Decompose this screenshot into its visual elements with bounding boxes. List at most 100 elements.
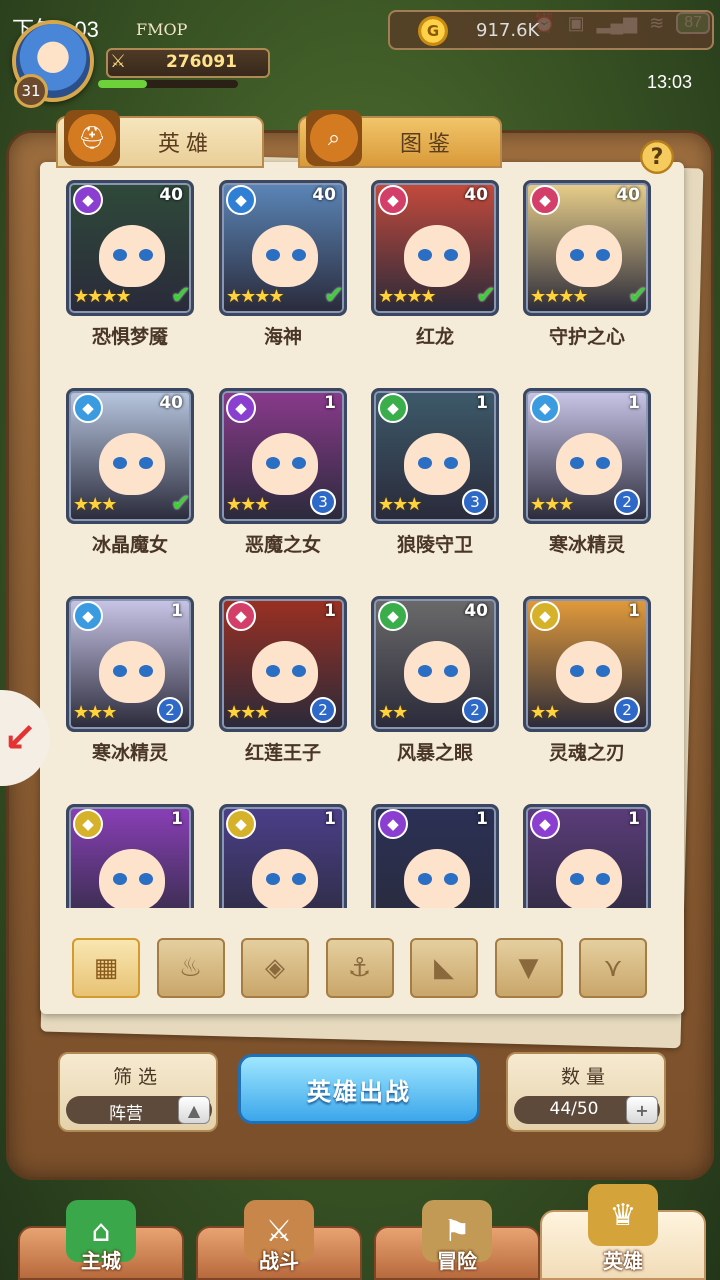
hero-eye (444, 873, 458, 885)
hero-portrait: ◆ 1 (523, 804, 651, 908)
nav-map[interactable]: ⚑ 冒险 (374, 1200, 540, 1280)
hero-card[interactable]: ◆ 1 ★★★ 2 红莲王子 (219, 596, 347, 764)
hero-card[interactable]: ◆ 1 (371, 804, 499, 908)
crossed-swords-icon: ⚔ (110, 51, 127, 72)
nav-label: 战斗 (259, 1249, 299, 1273)
helmet-icon: ⛑ (64, 110, 120, 166)
hero-card[interactable]: ◆ 40 ★★★★ ✔ 海神 (219, 180, 347, 348)
deployed-check-icon: ✔ (627, 281, 648, 309)
tab-heroes-label: 英雄 (158, 132, 215, 157)
hero-eye (292, 873, 306, 885)
hero-name: 狼陵守卫 (396, 534, 473, 556)
hero-card[interactable]: ◆ 1 ★★ 2 灵魂之刃 (523, 596, 651, 764)
hero-stars: ★★★★ (378, 286, 437, 307)
hero-rank-badge: 3 (462, 489, 488, 515)
filter-all-button[interactable]: ▦ (72, 938, 140, 998)
filter-water-icon: ⚓ (347, 953, 372, 983)
hero-portrait: ◆ 1 ★★★ 2 (219, 596, 347, 732)
player-panel[interactable]: 31 FMOP ⚔ 276091 (6, 14, 276, 108)
tab-heroes[interactable]: ⛑ 英雄 (56, 110, 264, 168)
hero-card[interactable]: ◆ 40 ★★★★ ✔ 守护之心 (523, 180, 651, 348)
filter-water-button[interactable]: ⚓ (325, 938, 394, 998)
filter-all-icon: ▦ (93, 953, 119, 983)
hero-card[interactable]: ◆ 1 (523, 804, 651, 908)
hero-eye (570, 873, 584, 885)
hero-level: 1 (628, 809, 640, 829)
hero-card[interactable]: ◆ 40 ★★★★ ✔ 红龙 (371, 180, 499, 348)
exp-bar-fill (98, 80, 147, 88)
nav-label: 英雄 (603, 1249, 643, 1273)
filter-toggle-button[interactable]: ▲ (178, 1096, 210, 1124)
hero-level: 1 (628, 393, 640, 413)
hero-face (556, 849, 622, 908)
hero-level: 40 (464, 601, 488, 621)
gold-currency[interactable]: G 917.6K (388, 10, 714, 50)
faction-filter-select[interactable]: 阵营 ▲ (66, 1096, 212, 1124)
combat-power-value: 276091 (166, 52, 237, 72)
hero-level: 40 (312, 185, 336, 205)
deployed-check-icon: ✔ (475, 281, 496, 309)
hero-name: 红莲王子 (244, 742, 321, 764)
hero-stars: ★★ (530, 702, 560, 723)
hero-level: 40 (159, 185, 183, 205)
hero-stars: ★★★ (378, 494, 422, 515)
hero-rank-badge: 2 (310, 697, 336, 723)
hero-name: 风暴之眼 (396, 742, 473, 764)
hero-eye (139, 249, 153, 261)
hero-stars: ★★★★ (530, 286, 589, 307)
help-button[interactable]: ? (640, 140, 674, 174)
nav-hero-crest[interactable]: ♛ 英雄 (540, 1184, 706, 1280)
hero-face (252, 641, 318, 703)
filter-wind-button[interactable]: ◣ (410, 938, 478, 998)
hero-level: 1 (628, 601, 640, 621)
hero-card[interactable]: ◆ 1 ★★★ 2 寒冰精灵 (523, 388, 651, 556)
hero-rank-badge: 2 (614, 489, 640, 515)
hero-eye (113, 873, 127, 885)
filter-light-button[interactable]: ⋎ (579, 938, 647, 998)
hero-card[interactable]: ◆ 1 (66, 804, 194, 908)
hero-card[interactable]: ◆ 40 ★★★ ✔ 冰晶魔女 (66, 388, 194, 556)
hero-card[interactable]: ◆ 1 ★★★ 3 恶魔之女 (219, 388, 347, 556)
gold-coin-icon: G (418, 16, 448, 46)
hero-face (99, 225, 165, 287)
hero-name: 海神 (263, 326, 302, 348)
hero-eye (444, 457, 458, 469)
combat-power-bar: ⚔ 276091 (106, 48, 270, 78)
dark-element-icon: ◆ (378, 809, 408, 839)
hero-card[interactable]: ◆ 1 (219, 804, 347, 908)
game-clock: 13:03 (646, 72, 692, 92)
expand-capacity-button[interactable]: + (626, 1096, 658, 1124)
filter-ice-button[interactable]: ◈ (241, 938, 309, 998)
hero-face (556, 641, 622, 703)
hero-card[interactable]: ◆ 1 ★★★ 3 狼陵守卫 (371, 388, 499, 556)
hero-face (404, 225, 470, 287)
wind-element-icon: ◆ (378, 601, 408, 631)
filter-title: 筛选 (112, 1066, 163, 1088)
hero-stars: ★★ (378, 702, 408, 723)
nav-castle[interactable]: ⌂ 主城 (18, 1200, 184, 1280)
hero-name: 冰晶魔女 (91, 534, 168, 556)
hero-level: 1 (324, 809, 336, 829)
hero-eye (292, 457, 306, 469)
hero-eye (292, 249, 306, 261)
filter-dark-button[interactable]: ▼ (494, 938, 563, 998)
hero-card[interactable]: ◆ 40 ★★ 2 风暴之眼 (371, 596, 499, 764)
hero-eye (139, 457, 153, 469)
nav-label: 冒险 (437, 1249, 477, 1273)
hero-rank-badge: 2 (462, 697, 488, 723)
filter-fire-icon: ♨ (178, 953, 203, 983)
hero-eye (570, 249, 584, 261)
hero-card[interactable]: ◆ 1 ★★★ 2 寒冰精灵 (66, 596, 194, 764)
filter-fire-button[interactable]: ♨ (156, 938, 225, 998)
hero-card[interactable]: ◆ 40 ★★★★ ✔ 恐惧梦魇 (66, 180, 194, 348)
hero-face (99, 849, 165, 908)
deploy-heroes-button[interactable]: 英雄出战 (238, 1054, 480, 1124)
nav-crossed-swords[interactable]: ⚔ 战斗 (196, 1200, 362, 1280)
wind-element-icon: ◆ (378, 393, 408, 423)
hero-eye (444, 665, 458, 677)
hero-stars: ★★★ (73, 702, 117, 723)
tab-codex[interactable]: ⌕ 图鉴 (298, 110, 502, 168)
ice-element-icon: ◆ (73, 393, 103, 423)
hero-stars: ★★★ (226, 702, 270, 723)
hero-portrait: ◆ 40 ★★ 2 (371, 596, 499, 732)
